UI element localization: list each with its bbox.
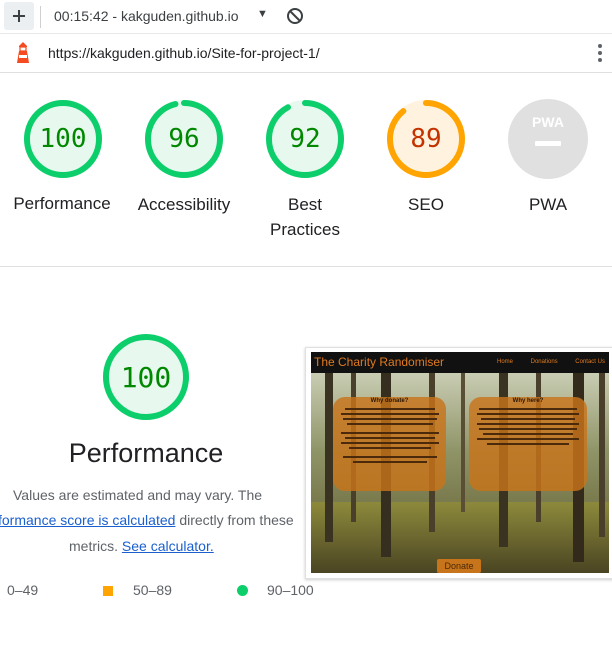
see-calculator-link[interactable]: See calculator.: [122, 538, 214, 554]
score-calculated-link[interactable]: formance score is calculated: [0, 512, 175, 528]
score-value: 92: [289, 124, 321, 154]
pwa-gauge[interactable]: PWA: [507, 98, 589, 180]
tab-separator: [40, 6, 41, 28]
url-text[interactable]: https://kakguden.github.io/Site-for-proj…: [48, 45, 320, 61]
score-label: SEO: [408, 195, 444, 214]
screenshot-card-heading: Why donate?: [370, 398, 409, 404]
legend-fail-label: 0–49: [7, 582, 39, 598]
score-label: Performance: [13, 194, 111, 213]
accessibility-gauge[interactable]: 96: [143, 98, 225, 180]
plus-icon: [13, 10, 25, 22]
description-text: metrics.: [69, 538, 118, 554]
screenshot-card-heading: Why here?: [512, 398, 544, 404]
tab-title[interactable]: 00:15:42 - kakguden.github.io: [54, 8, 238, 24]
page-screenshot[interactable]: The Charity Randomiser Home Donations Co…: [311, 352, 609, 573]
performance-gauge[interactable]: 100: [22, 98, 104, 180]
pwa-badge-text: PWA: [532, 114, 564, 130]
performance-score: 100: [120, 360, 172, 394]
screenshot-nav-item: Donations: [530, 359, 558, 365]
score-label-line: Best: [287, 195, 323, 214]
block-icon[interactable]: [286, 7, 304, 25]
screenshot-site-title: The Charity Randomiser: [314, 355, 445, 369]
legend-average-label: 50–89: [133, 582, 172, 598]
average-square-icon: [103, 586, 113, 596]
performance-large-gauge: 100: [101, 332, 191, 422]
score-label-line: Practices: [270, 220, 340, 239]
description-line: formance score is calculated directly fr…: [0, 512, 294, 528]
score-value: 100: [39, 124, 87, 154]
screenshot-nav-item: Contact Us: [575, 359, 605, 365]
best-practices-gauge[interactable]: 92: [264, 98, 346, 180]
divider: [0, 266, 612, 267]
description-line: metrics. See calculator.: [69, 538, 214, 554]
score-value: 89: [410, 124, 442, 154]
pass-circle-icon: [237, 585, 248, 596]
score-value: 96: [168, 124, 200, 154]
screenshot-donate-button: Donate: [444, 561, 474, 571]
new-tab-button[interactable]: [4, 2, 34, 30]
forest-image: [311, 352, 609, 573]
screenshot-nav: Home Donations Contact Us: [497, 359, 605, 365]
tab-bar: 00:15:42 - kakguden.github.io ▼: [0, 0, 612, 34]
score-label: Accessibility: [137, 195, 231, 214]
more-menu-icon[interactable]: [596, 41, 604, 65]
description-text: directly from these: [179, 512, 294, 528]
screenshot-nav-item: Home: [497, 359, 514, 365]
seo-gauge[interactable]: 89: [385, 98, 467, 180]
lighthouse-icon: [17, 42, 29, 63]
score-label: Best Practices: [245, 192, 365, 242]
address-bar: https://kakguden.github.io/Site-for-proj…: [0, 34, 612, 73]
score-label: PWA: [528, 195, 568, 214]
legend-pass-label: 90–100: [267, 582, 314, 598]
caret-down-icon[interactable]: ▼: [257, 8, 268, 20]
description-line: Values are estimated and may vary. The: [13, 487, 263, 503]
performance-title: Performance: [68, 438, 224, 468]
pwa-badge-icon: PWA: [508, 99, 588, 179]
